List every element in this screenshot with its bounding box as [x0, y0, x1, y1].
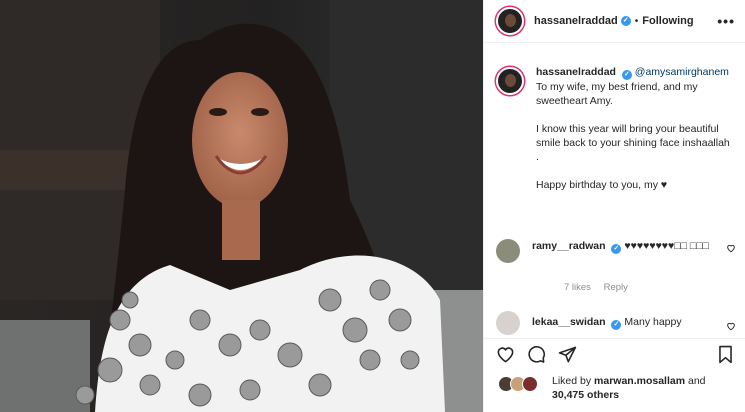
comment-text: ♥♥♥♥♥♥♥♥□□ □□□	[624, 240, 709, 252]
verified-badge-icon: ✓	[611, 320, 622, 330]
comment-reply-button[interactable]: Reply	[604, 282, 628, 293]
comment-likes-count[interactable]: 7 likes	[564, 282, 591, 293]
caption-mention-link[interactable]: @amysamirghanem	[635, 66, 729, 78]
author-avatar[interactable]	[496, 7, 524, 35]
comment-text: Many happy	[624, 316, 682, 328]
share-icon[interactable]	[558, 345, 577, 364]
comment-item: ramy__radwan ✓ ♥♥♥♥♥♥♥♥□□ □□□	[484, 239, 745, 263]
more-options-icon[interactable]: •••	[717, 13, 735, 29]
post-photo[interactable]	[0, 0, 483, 412]
post-action-bar	[484, 338, 745, 370]
following-button[interactable]: Following	[642, 15, 693, 27]
verified-badge-icon: ✓	[620, 16, 631, 26]
bookmark-icon[interactable]	[717, 345, 734, 364]
heart-icon[interactable]	[496, 345, 515, 364]
likes-count-link[interactable]: 30,475 others	[552, 389, 619, 401]
comment-item: lekaa__swidan ✓ Many happy	[484, 311, 745, 335]
comment-body: ramy__radwan ✓ ♥♥♥♥♥♥♥♥□□ □□□	[532, 239, 722, 263]
caption-line-3: Happy birthday to you, my ♥	[536, 179, 668, 191]
caption-text: To my wife, my best friend, and my sweet…	[536, 80, 732, 192]
likes-middle: and	[685, 375, 706, 387]
caption-author-avatar[interactable]	[496, 67, 524, 95]
commenter-avatar[interactable]	[496, 239, 520, 263]
caption-line-2: I know this year will bring your beautif…	[536, 123, 730, 163]
liker-username[interactable]: marwan.mosallam	[594, 375, 685, 387]
verified-badge-icon: ✓	[621, 70, 632, 80]
post-image	[0, 0, 483, 412]
likes-summary: Liked by marwan.mosallam and 30,475 othe…	[498, 374, 706, 402]
post-side-panel: hassanelraddad ✓ • Following ••• hassane…	[483, 0, 745, 412]
comment-icon[interactable]	[527, 345, 546, 364]
caption-line-1: To my wife, my best friend, and my sweet…	[536, 81, 698, 107]
post-caption: hassanelraddad ✓ @amysamirghanem To my w…	[484, 43, 745, 192]
likes-text: Liked by marwan.mosallam and 30,475 othe…	[552, 374, 706, 402]
liker-avatars[interactable]	[498, 376, 546, 394]
verified-badge-icon: ✓	[611, 244, 622, 254]
commenter-avatar[interactable]	[496, 311, 520, 335]
post-header: hassanelraddad ✓ • Following •••	[484, 0, 745, 43]
author-username[interactable]: hassanelraddad	[534, 15, 618, 27]
comment-like-heart-icon[interactable]	[726, 321, 736, 331]
likes-prefix: Liked by	[552, 375, 595, 387]
caption-author-username[interactable]: hassanelraddad	[536, 66, 616, 78]
commenter-username[interactable]: lekaa__swidan	[532, 316, 606, 328]
separator-dot: •	[634, 15, 639, 27]
liker-avatar	[522, 376, 538, 392]
commenter-username[interactable]: ramy__radwan	[532, 240, 606, 252]
comment-like-heart-icon[interactable]	[726, 243, 736, 253]
comment-meta: 7 likes Reply	[564, 282, 638, 293]
caption-body: hassanelraddad ✓ @amysamirghanem To my w…	[536, 65, 732, 192]
comment-body: lekaa__swidan ✓ Many happy	[532, 315, 722, 335]
